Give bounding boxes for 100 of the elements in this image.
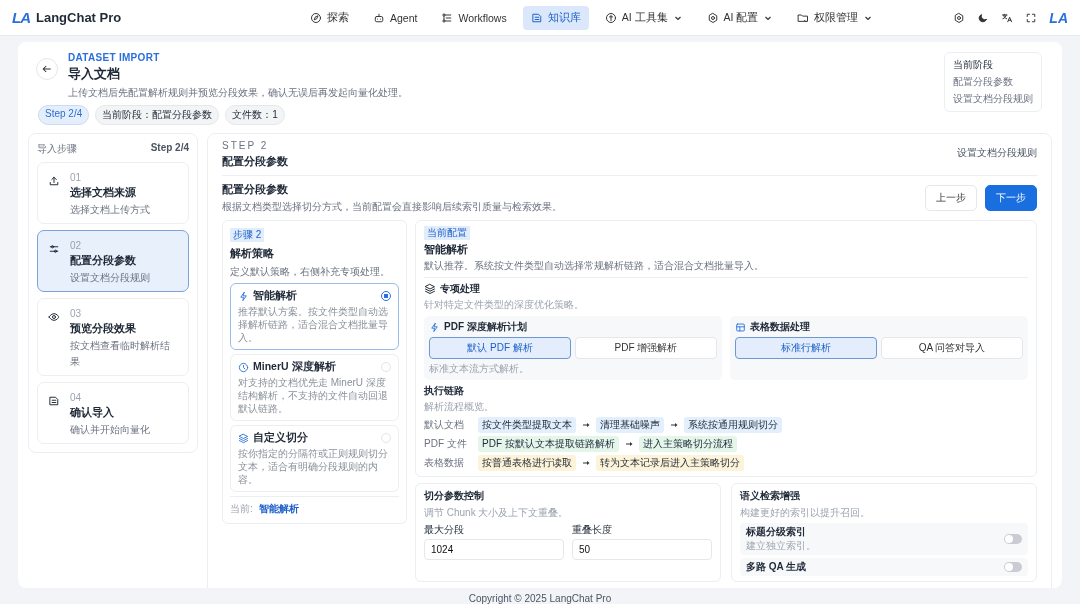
arrow-icon [624, 440, 633, 448]
copyright: Copyright © 2025 LangChat Pro [467, 593, 613, 604]
toggle-title: 标题分级索引 [746, 526, 806, 537]
option-description: 对支持的文档优先走 MinerU 深度结构解析，不支持的文件自动回退默认链路。 [238, 376, 389, 415]
eyebrow: DATASET IMPORT [68, 52, 161, 63]
card-description: 调节 Chunk 大小及上下文重叠。 [424, 506, 570, 520]
clock-icon [238, 361, 249, 373]
panel-hint: 标准文本流方式解析。 [429, 362, 530, 376]
page-description: 上传文档后先配置解析规则并预览分段效果，确认无误后再发起向量化处理。 [68, 86, 408, 100]
folder-icon [797, 11, 810, 24]
chain-step: 清理基础噪声 [596, 417, 664, 433]
chain-label: 表格数据 [424, 456, 465, 470]
stage-card: 当前阶段 配置分段参数 设置文档分段规则 [944, 52, 1042, 112]
app-name: LangChat Pro [36, 10, 122, 25]
nav-tab[interactable]: AI 配置 [698, 5, 782, 30]
toolbar-button[interactable] [977, 11, 990, 24]
step-item[interactable]: 01 选择文档来源 选择文档上传方式 [37, 162, 189, 224]
document-icon [48, 395, 60, 407]
option-title: 智能解析 [253, 289, 297, 303]
section-description: 根据文档类型选择切分方式，当前配置会直接影响后续索引质量与检索效果。 [222, 200, 562, 214]
step-label: STEP 2 [222, 140, 270, 151]
robot-icon [373, 11, 385, 24]
option-description: 推荐默认方案。按文件类型自动选择解析链路，适合混合文档批量导入。 [238, 305, 389, 344]
strategy-option[interactable]: MinerU 深度解析 对支持的文档优先走 MinerU 深度结构解析，不支持的文件自动回退默认链路。 [230, 354, 399, 421]
segment-option[interactable]: 标准行解析 [735, 337, 877, 359]
steps-title: 导入步骤 [37, 142, 77, 156]
nav-tab[interactable]: 权限管理 [789, 5, 882, 30]
config-description: 默认推荐。系统按文件类型自动选择常规解析链路，适合混合文档批量导入。 [424, 259, 765, 273]
field-label: 最大分段 [424, 523, 465, 537]
section-title: 配置分段参数 [222, 182, 289, 197]
layers-icon [424, 283, 436, 295]
nav-tab[interactable]: Agent [365, 6, 426, 29]
toggle-switch[interactable] [1004, 534, 1022, 544]
current-label: 当前: [230, 502, 253, 516]
status-chip: Step 2/4 [38, 105, 90, 125]
subsection-description: 解析流程概览。 [424, 400, 495, 414]
toolbar-button[interactable] [1001, 11, 1014, 24]
toolbar-button[interactable] [1025, 11, 1038, 24]
chain-label: 默认文档 [424, 418, 465, 432]
chain-step: 按文件类型提取文本 [478, 417, 576, 433]
translate-icon [1001, 11, 1014, 24]
flow-icon [441, 11, 454, 24]
card-title: 解析策略 [230, 246, 275, 261]
toggle-description: 建立独立索引。 [746, 539, 816, 553]
document-icon [530, 11, 543, 24]
toggle-title: 多路 QA 生成 [746, 561, 807, 572]
segment-option[interactable]: QA 问答对导入 [881, 337, 1023, 359]
logo: LA [12, 9, 30, 26]
step-item[interactable]: 02 配置分段参数 设置文档分段规则 [37, 230, 189, 292]
option-title: 自定义切分 [253, 431, 308, 445]
step-counter: Step 2/4 [150, 142, 189, 155]
table-icon [735, 321, 746, 333]
nav-tab[interactable]: Workflows [433, 6, 515, 29]
nav-tab[interactable]: 知识库 [522, 5, 589, 30]
subsection-title: 专项处理 [440, 282, 480, 296]
option-description: 按你指定的分隔符或正则规则切分文本，适合有明确分段规则的内容。 [238, 447, 389, 486]
arrow-icon [582, 459, 590, 467]
toggle-switch[interactable] [1004, 562, 1022, 572]
subsection-description: 针对特定文件类型的深度优化策略。 [424, 298, 585, 312]
strategy-option[interactable]: 自定义切分 按你指定的分隔符或正则规则切分文本，适合有明确分段规则的内容。 [230, 425, 399, 492]
status-chip: 当前阶段：配置分段参数 [95, 105, 220, 125]
config-title: 智能解析 [424, 242, 469, 257]
card-title: 切分参数控制 [424, 489, 485, 503]
toolbar-button[interactable] [953, 11, 966, 24]
back-icon [41, 63, 53, 75]
next-button[interactable]: 下一步 [985, 185, 1037, 211]
input-field[interactable]: 1024 [424, 539, 564, 560]
field-label: 重叠长度 [572, 523, 613, 537]
settings-icon [953, 11, 966, 24]
arrow-icon [582, 421, 590, 429]
chain-step: 按普通表格进行读取 [478, 455, 576, 471]
strategy-option[interactable]: 智能解析 推荐默认方案。按文件类型自动选择解析链路，适合混合文档批量导入。 [230, 283, 399, 350]
chain-step: 转为文本记录后进入主策略切分 [596, 455, 744, 471]
card-description: 定义默认策略，右侧补充专项处理。 [230, 265, 391, 279]
fullscreen-icon [1025, 11, 1038, 24]
back-button[interactable] [36, 58, 58, 80]
nav-tab[interactable]: 探索 [302, 5, 357, 30]
chain-step: PDF 按默认文本提取链路解析 [478, 436, 619, 452]
compass-icon [310, 11, 322, 24]
previous-button[interactable]: 上一步 [925, 185, 977, 211]
nav-tab[interactable]: AI 工具集 [596, 5, 691, 30]
option-title: MinerU 深度解析 [253, 360, 336, 374]
arrow-icon [670, 421, 678, 429]
current-value: 智能解析 [258, 502, 299, 516]
eye-icon [48, 311, 60, 323]
segment-option[interactable]: PDF 增强解析 [575, 337, 717, 359]
step-item[interactable]: 03 预览分段效果 按文档查看临时解析结果 [37, 298, 189, 376]
card-title: 语义检索增强 [740, 489, 801, 503]
config-tag: 当前配置 [424, 226, 470, 240]
chain-step: 系统按通用规则切分 [684, 417, 782, 433]
input-field[interactable]: 50 [572, 539, 712, 560]
segment-option[interactable]: 默认 PDF 解析 [429, 337, 571, 359]
chain-step: 进入主策略切分流程 [638, 436, 737, 452]
step-tag: 步骤 2 [230, 228, 265, 242]
chain-label: PDF 文件 [424, 437, 468, 451]
bolt-icon [429, 321, 440, 333]
radio[interactable] [381, 291, 391, 301]
status-chip: 文件数：1 [225, 105, 285, 125]
layers-icon [238, 432, 249, 444]
step-item[interactable]: 04 确认导入 确认并开始向量化 [37, 382, 189, 444]
